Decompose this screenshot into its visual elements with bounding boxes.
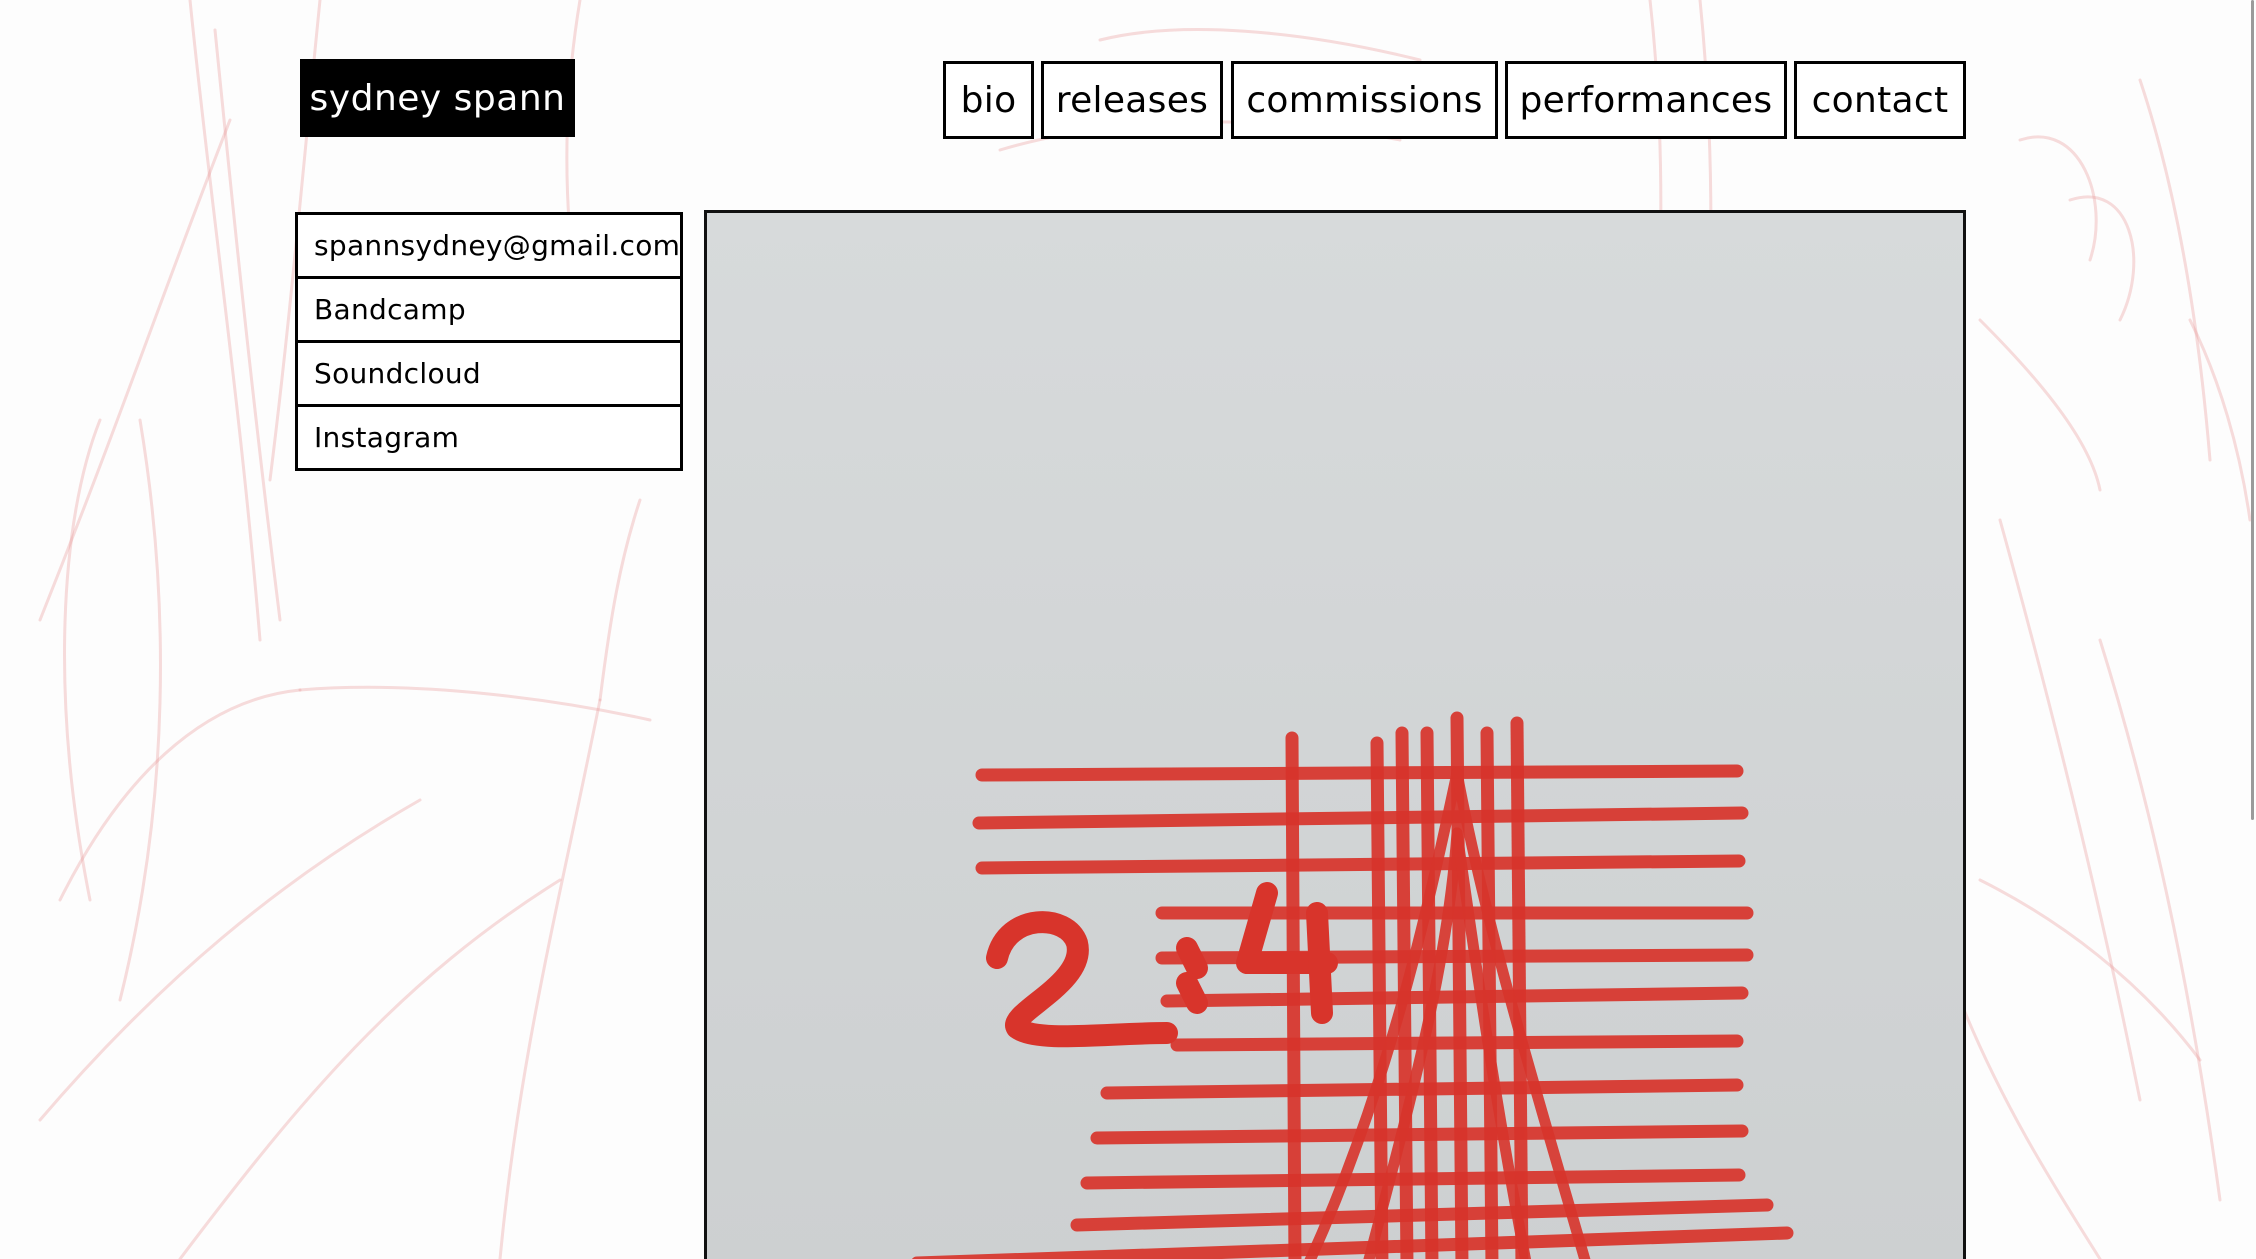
- nav-bio[interactable]: bio: [943, 61, 1034, 139]
- nav-contact[interactable]: contact: [1794, 61, 1966, 139]
- nav-commissions[interactable]: commissions: [1231, 61, 1498, 139]
- page: sydney spann bio releases commissions pe…: [0, 0, 2256, 1259]
- artwork-image: [704, 210, 1966, 1259]
- contact-links: spannsydney@gmail.com Bandcamp Soundclou…: [295, 212, 683, 471]
- bandcamp-link[interactable]: Bandcamp: [295, 276, 683, 343]
- nav-performances[interactable]: performances: [1505, 61, 1787, 139]
- scrollbar[interactable]: [2250, 0, 2256, 1259]
- artwork-drawing: [707, 213, 1963, 1259]
- site-logo[interactable]: sydney spann: [300, 59, 575, 137]
- instagram-link[interactable]: Instagram: [295, 404, 683, 471]
- email-link[interactable]: spannsydney@gmail.com: [295, 212, 683, 279]
- nav-releases[interactable]: releases: [1041, 61, 1223, 139]
- scrollbar-thumb[interactable]: [2251, 0, 2254, 820]
- soundcloud-link[interactable]: Soundcloud: [295, 340, 683, 407]
